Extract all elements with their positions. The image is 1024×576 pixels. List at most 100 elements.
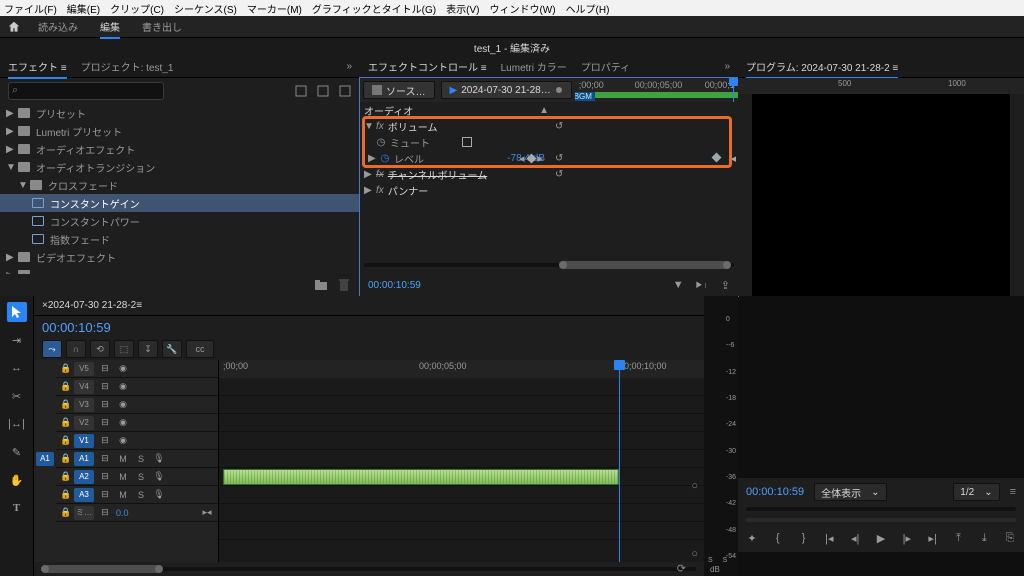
razor-tool-icon[interactable]: ✂ <box>7 386 27 406</box>
tab-effect-controls[interactable]: エフェクトコントロール ≡ <box>368 59 487 74</box>
menu-marker[interactable]: マーカー(M) <box>247 1 302 16</box>
tab-lumetri-color[interactable]: Lumetri カラー <box>501 59 567 74</box>
toggle-output-icon[interactable]: ⊟ <box>98 362 112 376</box>
eye-icon[interactable]: ◉ <box>116 434 130 448</box>
program-monitor[interactable] <box>752 94 1010 296</box>
tree-item-audio-effects[interactable]: ▶オーディオエフェクト <box>0 140 360 158</box>
trash-icon[interactable] <box>338 278 350 292</box>
keyframe-marker[interactable] <box>712 153 722 163</box>
lock-icon[interactable]: 🔒 <box>60 435 70 446</box>
toggle-output-icon[interactable]: ⊟ <box>98 398 112 412</box>
track-mix[interactable] <box>219 522 704 540</box>
lock-icon[interactable]: 🔒 <box>60 381 70 392</box>
mic-icon[interactable]: 🎙 <box>152 488 166 502</box>
selection-tool-icon[interactable] <box>7 302 27 322</box>
lock-icon[interactable]: 🔒 <box>60 489 70 500</box>
lock-icon[interactable]: 🔒 <box>60 453 70 464</box>
track-header-v1[interactable]: 🔒V1⊟◉ <box>56 432 218 450</box>
menu-edit[interactable]: 編集(E) <box>67 1 100 16</box>
tree-item-video-effects[interactable]: ▶ビデオエフェクト <box>0 248 360 266</box>
eye-icon[interactable]: ◉ <box>116 380 130 394</box>
track-header-mix[interactable]: 🔒ミ…⊟0.0▸◂ <box>56 504 218 522</box>
toggle-output-icon[interactable]: ⊟ <box>98 416 112 430</box>
source-dropdown[interactable]: ソース… <box>363 81 435 99</box>
filter-badge-1-icon[interactable] <box>294 84 308 98</box>
source-patch-a1[interactable]: A1 <box>36 452 54 466</box>
menu-graphics[interactable]: グラフィックとタイトル(G) <box>312 1 436 16</box>
type-tool-icon[interactable]: T <box>7 498 27 518</box>
reset-icon[interactable]: ↺ <box>555 169 563 180</box>
snap-button[interactable]: ⤳ <box>42 340 62 358</box>
menu-window[interactable]: ウィンドウ(W) <box>489 1 555 16</box>
toggle-output-icon[interactable]: ⊟ <box>98 506 112 520</box>
prop-mute-row[interactable]: ◷ミュート <box>360 134 553 150</box>
tab-properties[interactable]: プロパティ <box>581 59 630 74</box>
home-icon[interactable] <box>6 19 22 35</box>
track-a1[interactable] <box>219 468 704 486</box>
linked-sel-button[interactable]: ⟲ <box>90 340 110 358</box>
caption-button[interactable]: cc <box>186 340 214 358</box>
tree-item-presets[interactable]: ▶プリセット <box>0 104 360 122</box>
eye-icon[interactable]: ◉ <box>116 362 130 376</box>
track-header-v4[interactable]: 🔒V4⊟◉ <box>56 378 218 396</box>
filter-badge-2-icon[interactable] <box>316 84 330 98</box>
track-v3[interactable] <box>219 414 704 432</box>
circle-icon[interactable]: ○ <box>691 480 698 492</box>
stopwatch-icon[interactable]: ◷ <box>380 153 390 163</box>
track-a3[interactable] <box>219 504 704 522</box>
lock-icon[interactable]: 🔒 <box>60 363 70 374</box>
play-only-icon[interactable]: ▶꤯ <box>696 279 709 292</box>
filter-icon[interactable]: ▼ <box>673 279 684 292</box>
tab-effects[interactable]: エフェクト ≡ <box>8 59 67 74</box>
tree-item-crossfade[interactable]: ▼クロスフェード <box>0 176 360 194</box>
reset-icon[interactable]: ↺ <box>555 153 563 164</box>
panel-menu-icon[interactable]: » <box>724 61 730 72</box>
tree-item-constant-power[interactable]: コンスタントパワー <box>0 212 360 230</box>
menu-sequence[interactable]: シーケンス(S) <box>174 1 237 16</box>
clip-dropdown[interactable]: ▶ 2024-07-30 21-28… <box>441 81 572 99</box>
mic-icon[interactable]: 🎙 <box>152 470 166 484</box>
circle-icon[interactable]: ○ <box>691 548 698 560</box>
ec-mini-timeline[interactable]: ;00;00 00;00;05;00 00;00;1 BGM <box>575 78 738 102</box>
lock-icon[interactable]: 🔒 <box>60 399 70 410</box>
menu-view[interactable]: 表示(V) <box>446 1 479 16</box>
reset-icon[interactable]: ↺ <box>555 121 563 132</box>
lock-icon[interactable]: 🔒 <box>60 507 70 518</box>
fx-channel-volume-row[interactable]: ▶fxチャンネルボリューム <box>360 166 553 182</box>
timeline-hscroll[interactable] <box>42 564 696 574</box>
ec-hscroll[interactable] <box>364 260 734 270</box>
toggle-output-icon[interactable]: ⊟ <box>98 488 112 502</box>
eye-icon[interactable]: ◉ <box>116 416 130 430</box>
hand-tool-icon[interactable]: ✋ <box>7 470 27 490</box>
menu-help[interactable]: ヘルプ(H) <box>566 1 610 16</box>
tree-item-lumetri-presets[interactable]: ▶Lumetri プリセット <box>0 122 360 140</box>
next-keyframe-icon[interactable]: ▸ <box>538 152 544 165</box>
track-header-v2[interactable]: 🔒V2⊟◉ <box>56 414 218 432</box>
ripple-tool-icon[interactable]: ↔ <box>7 358 27 378</box>
track-header-v3[interactable]: 🔒V3⊟◉ <box>56 396 218 414</box>
fx-volume-row[interactable]: ▼fxボリューム <box>360 118 553 134</box>
tree-item-audio-transitions[interactable]: ▼オーディオトランジション <box>0 158 360 176</box>
track-header-v5[interactable]: 🔒V5⊟◉ <box>56 360 218 378</box>
track-v1[interactable] <box>219 450 704 468</box>
ec-timecode[interactable]: 00:00:10:59 <box>368 280 421 291</box>
audio-clip[interactable] <box>223 469 619 485</box>
magnet-button[interactable]: ∩ <box>66 340 86 358</box>
add-keyframe-icon[interactable] <box>526 153 536 163</box>
filter-badge-3-icon[interactable] <box>338 84 352 98</box>
lock-icon[interactable]: 🔒 <box>60 471 70 482</box>
mute-checkbox[interactable] <box>462 137 472 147</box>
track-v5[interactable] <box>219 378 704 396</box>
track-v4[interactable] <box>219 396 704 414</box>
track-header-a3[interactable]: 🔒A3⊟MS🎙 <box>56 486 218 504</box>
lock-icon[interactable]: 🔒 <box>60 417 70 428</box>
tree-item-exponential-fade[interactable]: 指数フェード <box>0 230 360 248</box>
track-select-tool-icon[interactable]: ⇥ <box>7 330 27 350</box>
timeline-playhead[interactable] <box>619 360 620 562</box>
stopwatch-icon[interactable]: ◷ <box>376 137 386 147</box>
marker-span-button[interactable]: ⬚ <box>114 340 134 358</box>
mic-icon[interactable]: 🎙 <box>152 452 166 466</box>
toggle-output-icon[interactable]: ⊟ <box>98 470 112 484</box>
export-frame-icon[interactable]: ⇪ <box>721 279 730 292</box>
search-input[interactable] <box>8 82 164 100</box>
